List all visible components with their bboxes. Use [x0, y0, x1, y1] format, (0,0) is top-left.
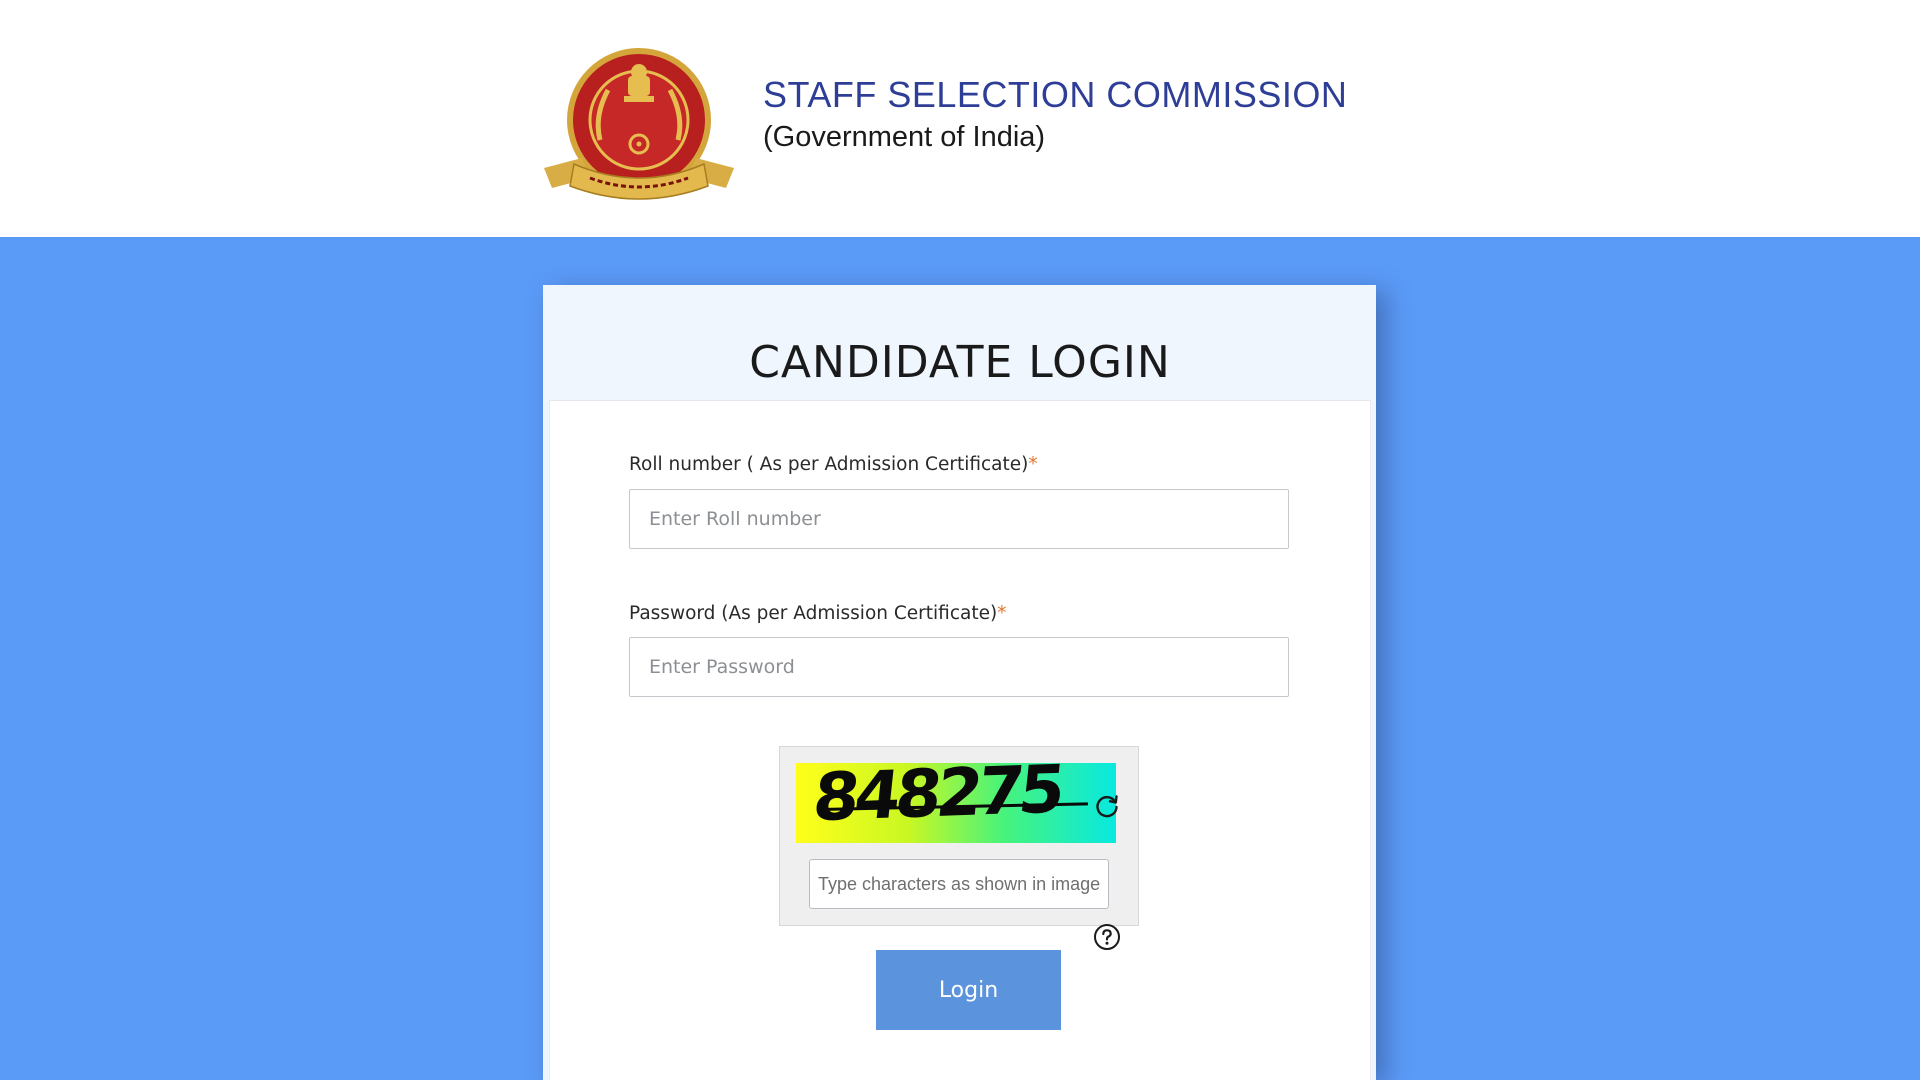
roll-number-label-text: Roll number ( As per Admission Certifica…: [629, 454, 1029, 475]
login-title: CANDIDATE LOGIN: [749, 337, 1171, 388]
login-button[interactable]: Login: [876, 950, 1061, 1030]
roll-number-input[interactable]: [629, 489, 1289, 549]
required-mark: *: [1028, 454, 1038, 475]
roll-number-label: Roll number ( As per Admission Certifica…: [629, 454, 1038, 475]
site-header: STAFF SELECTION COMMISSION (Government o…: [0, 0, 1920, 237]
organization-subtitle: (Government of India): [763, 121, 1046, 153]
password-label-text: Password (As per Admission Certificate): [629, 603, 998, 624]
required-mark: *: [997, 603, 1007, 624]
password-label: Password (As per Admission Certificate)*: [629, 603, 1006, 624]
organization-title: STAFF SELECTION COMMISSION: [763, 74, 1348, 115]
captcha-input[interactable]: [809, 859, 1109, 909]
password-input[interactable]: [629, 637, 1289, 697]
help-icon[interactable]: [1093, 923, 1121, 951]
refresh-icon[interactable]: [1094, 793, 1120, 819]
captcha-code: 848275: [809, 750, 1065, 837]
ssc-emblem-logo: [544, 48, 734, 200]
